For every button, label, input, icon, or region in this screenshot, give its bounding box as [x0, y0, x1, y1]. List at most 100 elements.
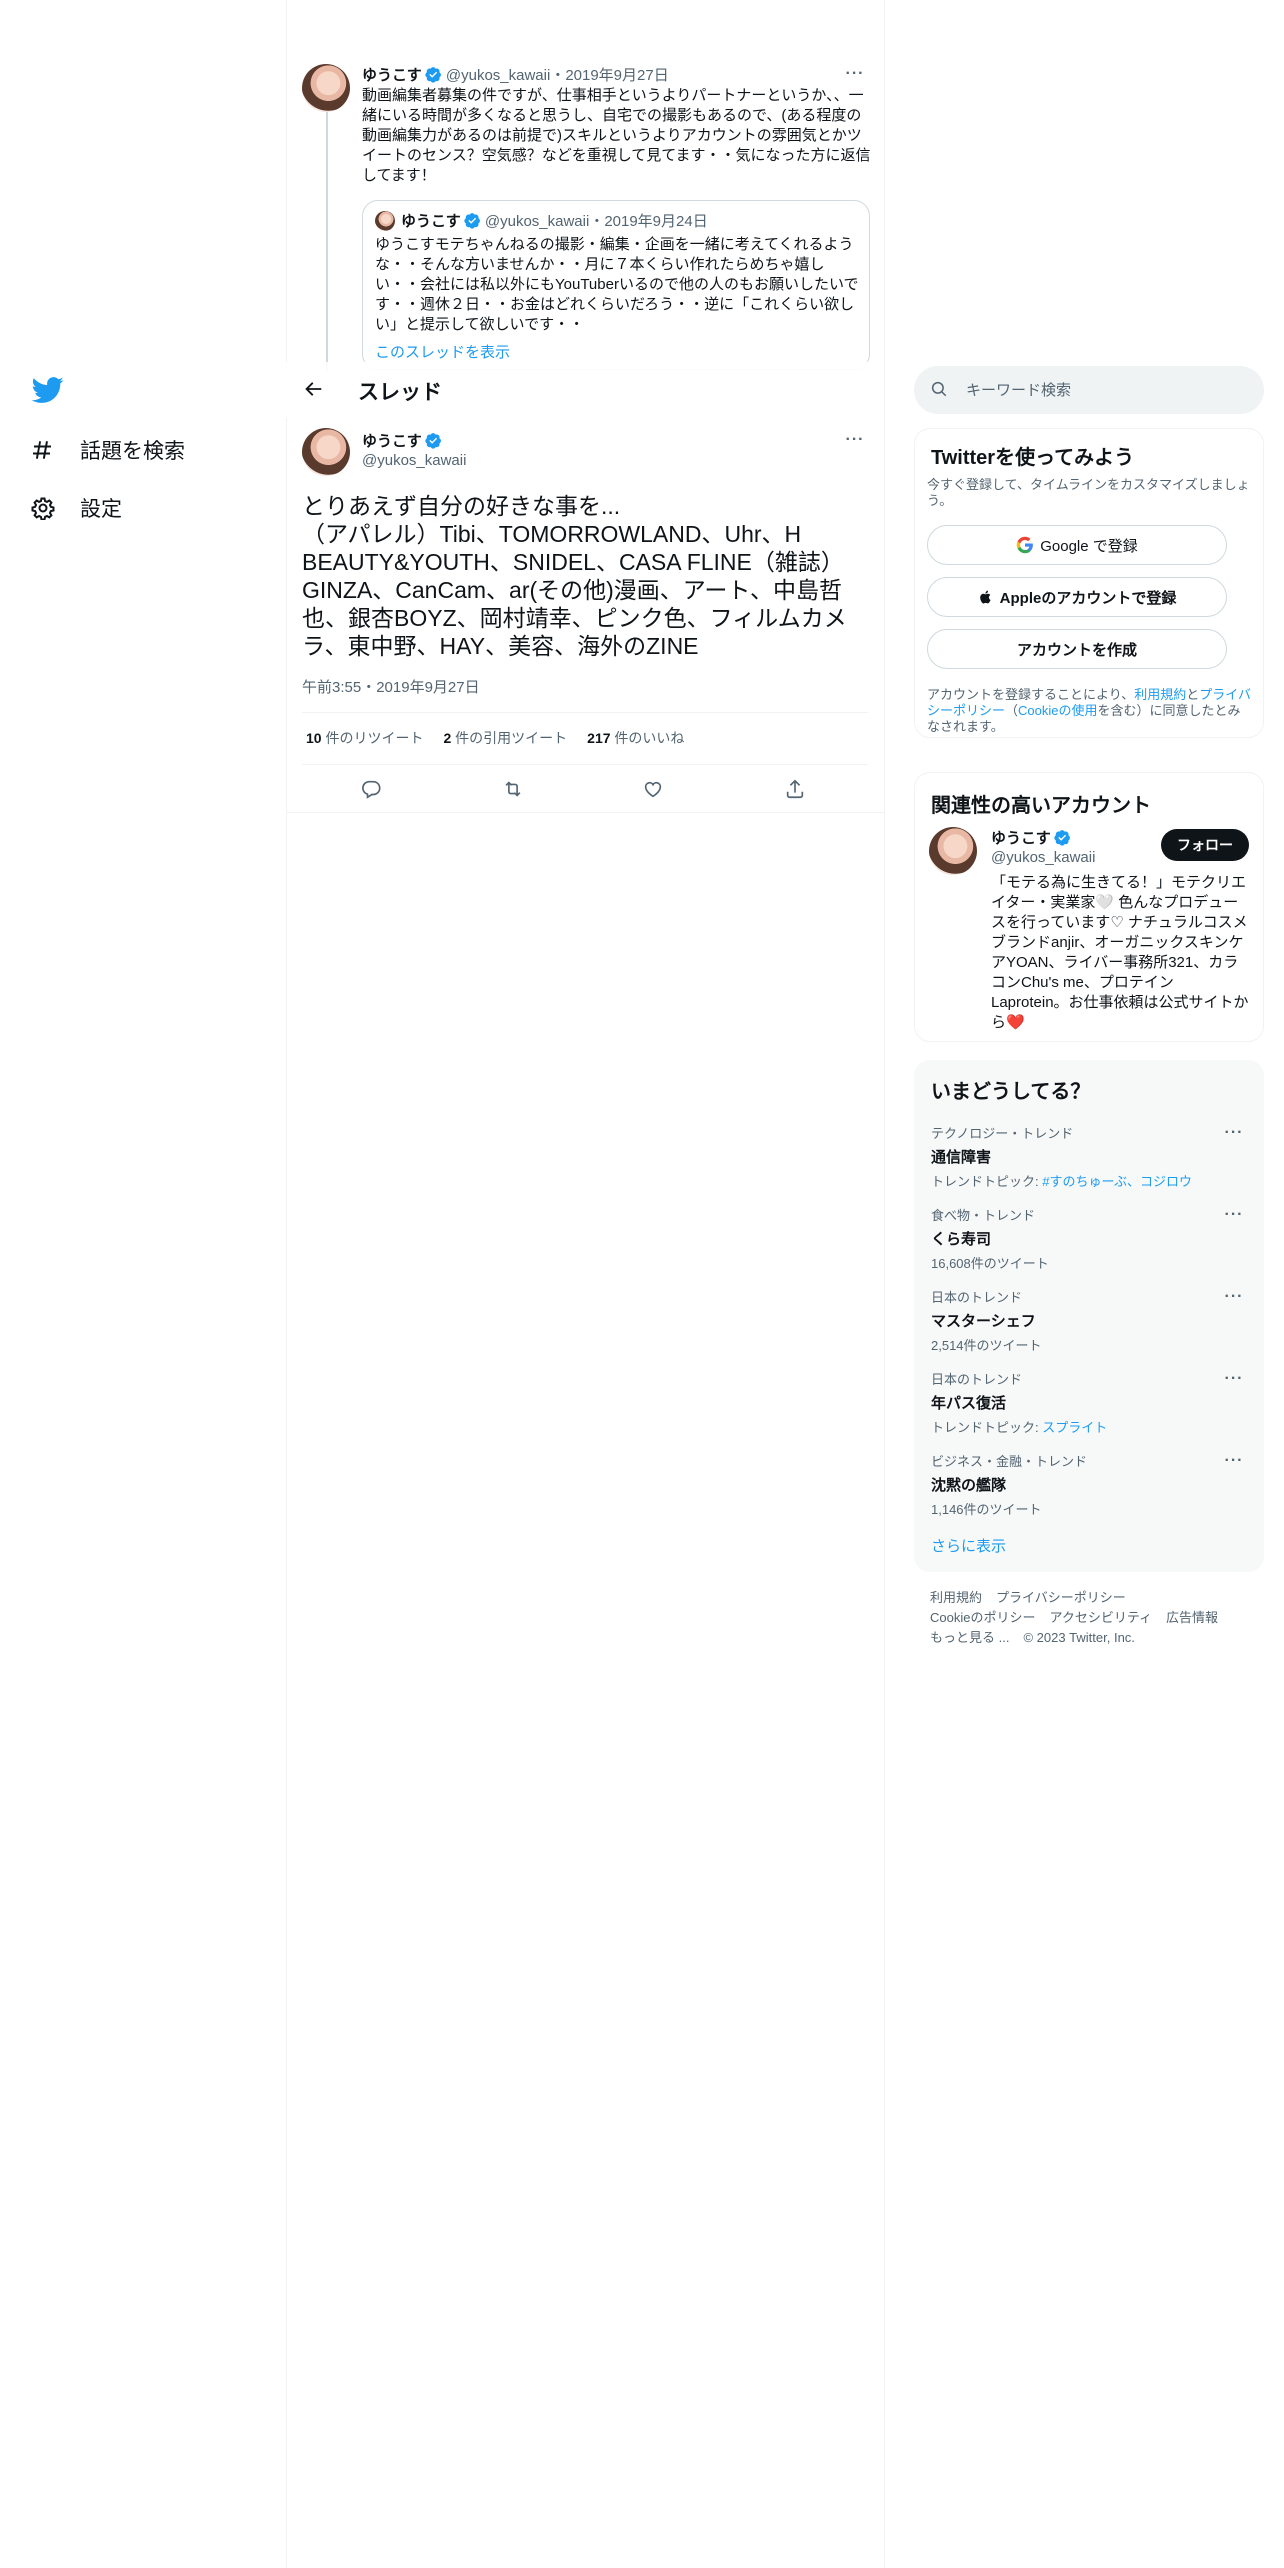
parent-tweet-more-icon[interactable]: ··· [840, 64, 870, 84]
relevant-bio: 「モテる為に生きてる！」モテクリエイター・実業家🤍 色んなプロデュースを行ってい… [991, 873, 1251, 1033]
relevant-handle[interactable]: @yukos_kawaii [991, 849, 1095, 866]
trend-item[interactable]: ビジネス・金融・トレンド 沈黙の艦隊 1,146件のツイート ··· [931, 1451, 1249, 1518]
parent-tweet-text: 動画編集者募集の件ですが、仕事相手というよりパートナーというか、、一緒にいる時間… [362, 87, 871, 184]
main-tweet-avatar[interactable] [302, 428, 350, 476]
tweet-stats: 10 件のリツイート 2 件の引用ツイート 217 件のいいね [306, 728, 684, 748]
main-tweet-name-row: ゆうこす [362, 430, 442, 451]
main-tweet-text: とりあえず自分の好きな事を... （アパレル）Tibi、TOMORROWLAND… [302, 492, 862, 660]
parent-tweet-name[interactable]: ゆうこす [362, 67, 422, 84]
signup-card: Twitterを使ってみよう 今すぐ登録して、タイムラインをカスタマイズしましょ… [914, 428, 1264, 738]
quoted-tweet-avatar [375, 211, 395, 231]
create-account-button[interactable]: アカウントを作成 [927, 629, 1227, 669]
quoted-tweet[interactable]: ゆうこす @yukos_kawaii・2019年9月24日 ゆうこすモテちゃんね… [362, 200, 870, 370]
nav-settings-label: 設定 [80, 498, 122, 521]
right-sidebar: Twitterを使ってみよう 今すぐ登録して、タイムラインをカスタマイズしましょ… [884, 0, 1284, 2568]
trend-topic-link[interactable]: #すのちゅーぶ、コジロウ [1042, 1174, 1192, 1189]
quoted-tweet-text: ゆうこすモテちゃんねるの撮影・編集・企画を一緒に考えてくれるような・・そんな方い… [375, 236, 859, 333]
nav-settings[interactable]: 設定 [30, 488, 122, 528]
footer-cookie-link[interactable]: Cookieのポリシー [930, 1610, 1035, 1625]
trend-title: 年パス復活 [931, 1395, 1007, 1412]
verified-badge-icon [464, 212, 481, 229]
trend-context: ビジネス・金融・トレンド [931, 1454, 1088, 1469]
trend-subtitle: 16,608件のツイート [931, 1256, 1049, 1271]
hashtag-icon [30, 437, 56, 463]
trend-topic-link[interactable]: スプライト [1042, 1420, 1107, 1435]
follow-button[interactable]: フォロー [1161, 829, 1249, 861]
footer-accessibility-link[interactable]: アクセシビリティ [1049, 1610, 1152, 1625]
share-icon[interactable] [784, 778, 808, 802]
footer-more-link[interactable]: もっと見る ... [930, 1630, 1009, 1645]
trends-title: いまどうしてる？ [931, 1081, 1091, 1103]
parent-tweet-date[interactable]: ・2019年9月27日 [550, 67, 668, 84]
trend-context: 日本のトレンド [931, 1372, 1023, 1387]
trend-subtitle: 2,514件のツイート [931, 1338, 1042, 1353]
trend-item[interactable]: テクノロジー・トレンド 通信障害 トレンドトピック: #すのちゅーぶ、コジロウ … [931, 1123, 1249, 1190]
trend-more-icon[interactable]: ··· [1219, 1369, 1249, 1389]
heart-emoji-icon: ❤️ [1006, 1014, 1025, 1031]
verified-badge-icon [425, 432, 442, 449]
show-more-link[interactable]: さらに表示 [931, 1535, 1006, 1556]
trend-more-icon[interactable]: ··· [1219, 1123, 1249, 1143]
like-count[interactable]: 217 件のいいね [587, 728, 684, 748]
trend-title: くら寿司 [931, 1231, 992, 1248]
main-tweet-name[interactable]: ゆうこす [362, 433, 422, 450]
trend-item[interactable]: 日本のトレンド マスターシェフ 2,514件のツイート ··· [931, 1287, 1249, 1354]
apple-signup-label: Appleのアカウントで登録 [999, 589, 1177, 607]
footer-terms-link[interactable]: 利用規約 [930, 1590, 982, 1605]
like-icon[interactable] [642, 778, 666, 802]
trend-item[interactable]: 食べ物・トレンド くら寿司 16,608件のツイート ··· [931, 1205, 1249, 1272]
search-icon [930, 380, 950, 400]
parent-tweet-handle[interactable]: @yukos_kawaii [446, 67, 550, 84]
twitter-logo-icon[interactable] [30, 374, 66, 406]
relevant-name-row[interactable]: ゆうこす [991, 827, 1071, 848]
main-tweet-more-icon[interactable]: ··· [840, 430, 870, 450]
divider [302, 712, 868, 713]
page-title: スレッド [358, 381, 442, 404]
main-tweet-handle[interactable]: @yukos_kawaii [362, 452, 466, 469]
google-signup-button[interactable]: Google で登録 [927, 525, 1227, 565]
back-arrow-icon[interactable] [302, 378, 326, 402]
footer-ads-link[interactable]: 広告情報 [1166, 1610, 1218, 1625]
quote-count[interactable]: 2 件の引用ツイート [443, 728, 567, 748]
signup-description: 今すぐ登録して、タイムラインをカスタマイズしましょう。 [927, 477, 1250, 508]
main-tweet-text-content: とりあえず自分の好きな事を... （アパレル）Tibi、TOMORROWLAND… [302, 493, 847, 659]
trend-more-icon[interactable]: ··· [1219, 1287, 1249, 1307]
apple-signup-button[interactable]: Appleのアカウントで登録 [927, 577, 1227, 617]
show-thread-link[interactable]: このスレッドを表示 [375, 341, 510, 362]
footer-links: 利用規約 プライバシーポリシー Cookieのポリシー アクセシビリティ 広告情報 も… [930, 1588, 1260, 1648]
trend-item[interactable]: 日本のトレンド 年パス復活 トレンドトピック: スプライト ··· [931, 1369, 1249, 1436]
trends-card: いまどうしてる？ テクノロジー・トレンド 通信障害 トレンドトピック: #すのち… [914, 1060, 1264, 1572]
left-nav: 話題を検索 設定 [0, 0, 286, 2568]
thread-header: スレッド [286, 362, 884, 418]
trend-title: 沈黙の艦隊 [931, 1477, 1007, 1494]
quoted-tweet-header: ゆうこす @yukos_kawaii・2019年9月24日 [401, 210, 708, 231]
cookie-link[interactable]: Cookieの使用 [1018, 703, 1097, 718]
main-column: ゆうこす @yukos_kawaii・2019年9月27日 ··· 動画編集者募… [286, 0, 884, 2568]
parent-tweet-avatar[interactable] [302, 64, 350, 112]
footer-privacy-link[interactable]: プライバシーポリシー [996, 1590, 1126, 1605]
trend-more-icon[interactable]: ··· [1219, 1451, 1249, 1471]
signup-title: Twitterを使ってみよう [931, 447, 1135, 469]
terms-link[interactable]: 利用規約 [1134, 687, 1186, 702]
signup-legal-text: アカウントを登録することにより、利用規約とプライバシーポリシー（Cookieの使… [927, 687, 1252, 734]
quoted-tweet-date: ・2019年9月24日 [589, 213, 708, 230]
google-signup-label: Google で登録 [1040, 537, 1138, 555]
trend-subtitle: トレンドトピック: #すのちゅーぶ、コジロウ [931, 1174, 1192, 1189]
main-tweet-timestamp[interactable]: 午前3:55・2019年9月27日 [302, 676, 480, 697]
thread-connector-line [326, 110, 328, 372]
search-input[interactable] [966, 376, 1246, 404]
retweet-icon[interactable] [502, 778, 526, 802]
trend-more-icon[interactable]: ··· [1219, 1205, 1249, 1225]
quoted-tweet-handle: @yukos_kawaii [484, 213, 590, 230]
relevant-avatar[interactable] [929, 827, 977, 875]
trend-title: マスターシェフ [931, 1313, 1036, 1330]
search-box[interactable] [914, 366, 1264, 414]
divider [286, 812, 884, 813]
footer-copyright: © 2023 Twitter, Inc. [1023, 1630, 1135, 1645]
nav-explore-label: 話題を検索 [80, 440, 185, 463]
nav-explore[interactable]: 話題を検索 [30, 430, 185, 470]
reply-icon[interactable] [360, 778, 384, 802]
divider [302, 764, 868, 765]
retweet-count[interactable]: 10 件のリツイート [306, 728, 423, 748]
verified-badge-icon [1054, 829, 1071, 846]
